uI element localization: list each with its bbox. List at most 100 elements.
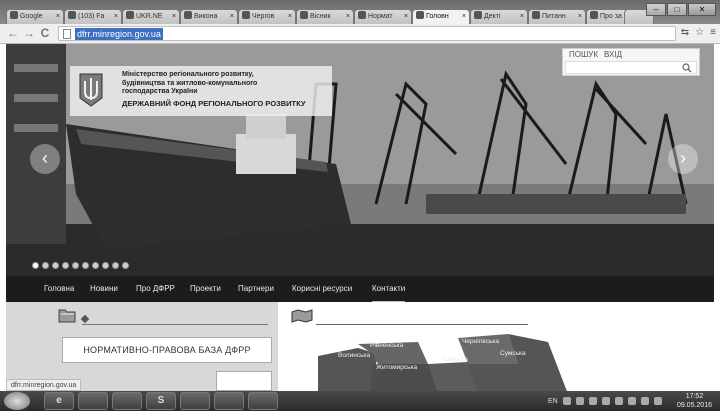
- close-tab-icon[interactable]: ×: [462, 10, 466, 23]
- status-bar-url: dfrr.minregion.gov.ua: [6, 379, 82, 391]
- bluetooth-icon[interactable]: [640, 397, 649, 405]
- slider-dot[interactable]: [32, 262, 39, 269]
- clock[interactable]: 17:52 09.05.2016: [677, 392, 712, 410]
- search-input[interactable]: [565, 61, 697, 74]
- nav-item-contacts[interactable]: Контакти: [372, 276, 406, 302]
- browser-toolbar: ← → C dfrr.minregion.gov.ua ⇆ ☆ ≡: [0, 24, 720, 44]
- page-icon: [416, 11, 424, 19]
- close-tab-icon[interactable]: ×: [172, 10, 176, 23]
- tab-facebook[interactable]: (103) Fa ×: [64, 9, 122, 24]
- network-icon[interactable]: [614, 397, 623, 405]
- left-panel: НОРМАТИВНО-ПРАВОВА БАЗА ДФРР dfrr.minreg…: [6, 302, 278, 391]
- slider-dot[interactable]: [102, 262, 109, 269]
- map-icon: [291, 309, 313, 323]
- tab-ukrnet[interactable]: UKR.NE ×: [122, 9, 180, 24]
- close-tab-icon[interactable]: ×: [520, 10, 524, 23]
- search-icon[interactable]: [682, 63, 692, 73]
- divider: [316, 324, 528, 325]
- slider-dot[interactable]: [122, 262, 129, 269]
- tab-strip: Google × (103) Fa × UKR.NE × Викона × Чергов…: [0, 0, 720, 24]
- bookmark-star-icon[interactable]: ☆: [695, 27, 704, 38]
- page-icon: [590, 11, 598, 19]
- flag-icon[interactable]: [601, 397, 610, 405]
- tray-app-icon[interactable]: [627, 397, 636, 405]
- nav-item-projects[interactable]: Проекти: [190, 276, 221, 302]
- nav-item-about[interactable]: Про ДФРР: [136, 276, 175, 302]
- power-icon[interactable]: [653, 397, 662, 405]
- tab-pytann[interactable]: Питанн ×: [528, 9, 586, 24]
- page-icon: [474, 11, 482, 19]
- nav-item-resources[interactable]: Корисні ресурси: [292, 276, 352, 302]
- chrome-icon[interactable]: [78, 392, 108, 410]
- close-tab-icon[interactable]: ×: [56, 10, 60, 23]
- file-explorer-icon[interactable]: [214, 392, 244, 410]
- tab-google[interactable]: Google ×: [6, 9, 64, 24]
- close-tab-icon[interactable]: ×: [346, 10, 350, 23]
- folder-icon: [58, 309, 76, 323]
- back-button[interactable]: ←: [6, 26, 20, 40]
- nav-item-home[interactable]: Головна: [44, 276, 74, 302]
- window-controls: – □ ✕: [646, 3, 716, 16]
- slider-next-button[interactable]: ›: [668, 144, 698, 174]
- slider-dot[interactable]: [62, 262, 69, 269]
- media-player-icon[interactable]: [112, 392, 142, 410]
- clock-time: 17:52: [685, 393, 704, 400]
- facebook-icon: [68, 11, 76, 19]
- nav-item-partners[interactable]: Партнери: [238, 276, 274, 302]
- slider-dot[interactable]: [82, 262, 89, 269]
- ukraine-regions-map[interactable]: Рівненська Волинська Житомирська Київськ…: [318, 334, 578, 391]
- region-label: Чернігівська: [462, 338, 500, 345]
- slider-dot[interactable]: [92, 262, 99, 269]
- region-label: Волинська: [338, 352, 371, 359]
- close-tab-icon[interactable]: ×: [230, 10, 234, 23]
- logo-line-3: господарства України: [122, 88, 198, 95]
- search-panel: ПОШУК ВХІД: [562, 48, 700, 76]
- skype-icon[interactable]: S: [146, 392, 176, 410]
- language-indicator[interactable]: EN: [548, 398, 558, 405]
- tab-cherhov[interactable]: Чергов ×: [238, 9, 296, 24]
- site-logo[interactable]: Міністерство регіонального розвитку, буд…: [70, 66, 332, 116]
- slider-dot[interactable]: [72, 262, 79, 269]
- slider-dot[interactable]: [112, 262, 119, 269]
- close-tab-icon[interactable]: ×: [114, 10, 118, 23]
- word-icon[interactable]: [180, 392, 210, 410]
- volume-icon[interactable]: [588, 397, 597, 405]
- region-label: Рівненська: [370, 342, 404, 349]
- close-tab-icon[interactable]: ×: [288, 10, 292, 23]
- tab-normat[interactable]: Нормат ×: [354, 9, 412, 24]
- address-bar[interactable]: dfrr.minregion.gov.ua: [58, 26, 676, 41]
- address-url[interactable]: dfrr.minregion.gov.ua: [75, 28, 163, 40]
- internet-explorer-icon[interactable]: e: [44, 392, 74, 410]
- slider-dot[interactable]: [42, 262, 49, 269]
- reload-button[interactable]: C: [38, 26, 52, 40]
- mail-icon: [184, 11, 192, 19]
- nav-item-news[interactable]: Новини: [90, 276, 118, 302]
- divider: [82, 324, 268, 325]
- tab-vykona[interactable]: Викона ×: [180, 9, 238, 24]
- forward-button[interactable]: →: [22, 26, 36, 40]
- minimize-button[interactable]: –: [646, 3, 666, 16]
- menu-icon[interactable]: ≡: [710, 27, 716, 38]
- tray-app-icon[interactable]: [562, 397, 571, 405]
- tab-dekti[interactable]: Декті ×: [470, 9, 528, 24]
- legal-base-button[interactable]: НОРМАТИВНО-ПРАВОВА БАЗА ДФРР: [62, 337, 272, 363]
- maximize-button[interactable]: □: [667, 3, 687, 16]
- region-label: Київська: [442, 356, 468, 363]
- close-tab-icon[interactable]: ×: [404, 10, 408, 23]
- slider-dot[interactable]: [52, 262, 59, 269]
- tray-app-icon[interactable]: [575, 397, 584, 405]
- translate-icon[interactable]: ⇆: [681, 27, 689, 38]
- login-link[interactable]: ВХІД: [604, 50, 622, 59]
- paint-icon[interactable]: [248, 392, 278, 410]
- secondary-button[interactable]: [216, 371, 272, 391]
- map-panel: Рівненська Волинська Житомирська Київськ…: [278, 302, 714, 391]
- tab-holovna[interactable]: Головн ×: [412, 9, 470, 24]
- start-button[interactable]: [4, 392, 30, 410]
- system-tray: EN: [548, 391, 662, 411]
- tab-visnyk[interactable]: Вісник ×: [296, 9, 354, 24]
- close-window-button[interactable]: ✕: [688, 3, 716, 16]
- search-link[interactable]: ПОШУК: [569, 50, 598, 59]
- main-nav: Головна Новини Про ДФРР Проекти Партнери…: [6, 276, 714, 302]
- close-tab-icon[interactable]: ×: [578, 10, 582, 23]
- slider-prev-button[interactable]: ‹: [30, 144, 60, 174]
